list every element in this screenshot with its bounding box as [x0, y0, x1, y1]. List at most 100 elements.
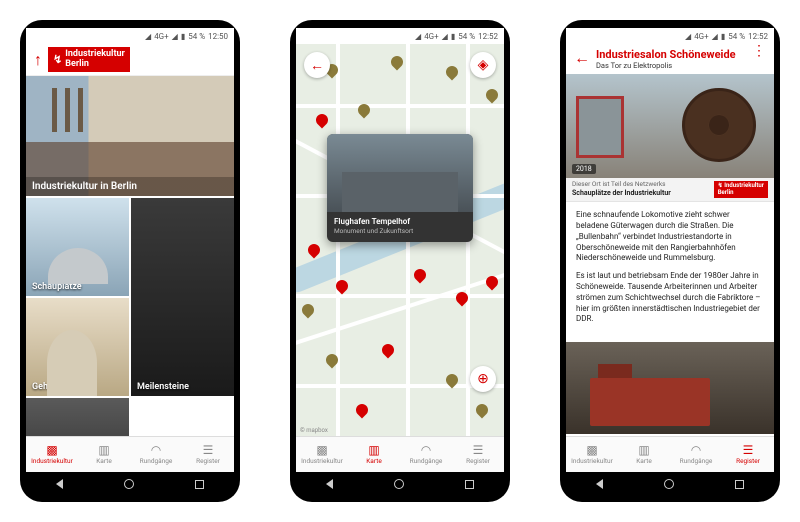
map-pin-icon[interactable]: [300, 302, 317, 319]
factory-graphic: [52, 88, 83, 132]
chat-icon: ▩: [586, 444, 597, 456]
network-type: 4G+: [694, 32, 708, 41]
nav-industriekultur[interactable]: ▩Industriekultur: [26, 437, 78, 472]
up-arrow-icon[interactable]: ↑: [34, 50, 42, 70]
screen: ◢ 4G+ ◢ ▮ 54 % 12:50 ↑ ↯ Industriekultur…: [26, 28, 234, 472]
status-bar: ◢ 4G+ ◢ ▮ 54 % 12:52: [566, 28, 774, 44]
list-icon: ☰: [473, 444, 484, 456]
bottom-nav: ▩Industriekultur ▥Karte ◠Rundgänge ☰Regi…: [296, 436, 504, 472]
detail-content[interactable]: 2018 Dieser Ort ist Teil des Netzwerks S…: [566, 74, 774, 436]
tile-label: Geheimtipps: [32, 382, 83, 392]
battery-level: 54 %: [188, 32, 205, 41]
arrow-left-icon: ←: [310, 57, 324, 74]
app-header: ↑ ↯ IndustriekulturBerlin: [26, 44, 234, 76]
network-banner[interactable]: Dieser Ort ist Teil des Netzwerks Schaup…: [566, 178, 774, 202]
headphone-icon: ◠: [421, 444, 431, 456]
more-menu-icon[interactable]: ⋮: [752, 48, 766, 55]
headphone-icon: ◠: [151, 444, 161, 456]
cable-spool-graphic: [682, 88, 756, 162]
nav-industriekultur[interactable]: ▩Industriekultur: [296, 437, 348, 472]
layers-button[interactable]: ◈: [470, 52, 496, 78]
network-name: Schauplätze der Industriekultur: [572, 189, 671, 197]
map-pin-icon[interactable]: [314, 112, 331, 129]
nav-industriekultur[interactable]: ▩Industriekultur: [566, 437, 618, 472]
brand-logo-small: ↯ IndustriekulturBerlin: [714, 181, 768, 198]
nav-label: Karte: [96, 457, 112, 465]
layers-icon: ◈: [478, 57, 489, 73]
battery-level: 54 %: [458, 32, 475, 41]
year-badge: 2018: [572, 164, 596, 174]
brand-logo[interactable]: ↯ IndustriekulturBerlin: [48, 47, 130, 72]
headphone-icon: ◠: [691, 444, 701, 456]
tile-schauplaetze[interactable]: Schauplätze: [26, 198, 129, 296]
battery-icon: ▮: [451, 32, 455, 41]
nav-label: Register: [736, 457, 760, 465]
android-home-icon[interactable]: [394, 479, 404, 489]
nav-register[interactable]: ☰Register: [722, 437, 774, 472]
map-icon: ▥: [638, 444, 649, 456]
nav-karte[interactable]: ▥Karte: [348, 437, 400, 472]
hero-label: Industriekultur in Berlin: [26, 177, 234, 196]
nav-label: Rundgänge: [140, 457, 173, 465]
nav-label: Rundgänge: [680, 457, 713, 465]
map-popup[interactable]: ZENTRALFLUGHAFEN Flughafen Tempelhof Mon…: [327, 134, 473, 242]
popup-body: Flughafen Tempelhof Monument und Zukunft…: [327, 212, 473, 242]
list-icon: ☰: [203, 444, 214, 456]
map-icon: ▥: [98, 444, 109, 456]
home-content: Industriekultur in Berlin Schauplätze Me…: [26, 76, 234, 436]
nav-label: Karte: [366, 457, 382, 465]
title-block: Industriesalon Schöneweide Das Tor zu El…: [596, 48, 736, 70]
bottom-nav: ▩Industriekultur ▥Karte ◠Rundgänge ☰Regi…: [26, 436, 234, 472]
android-home-icon[interactable]: [664, 479, 674, 489]
signal-icon: ◢: [712, 32, 718, 41]
android-recent-icon[interactable]: [735, 480, 744, 489]
map-attribution: © mapbox: [300, 427, 328, 434]
map-pin-icon[interactable]: [354, 402, 371, 419]
map-pin-icon[interactable]: [389, 54, 406, 71]
tile-extra[interactable]: [26, 398, 129, 436]
nav-label: Industriekultur: [31, 457, 73, 465]
nav-register[interactable]: ☰Register: [452, 437, 504, 472]
android-back-icon[interactable]: [596, 479, 603, 489]
android-back-icon[interactable]: [56, 479, 63, 489]
nav-label: Register: [466, 457, 490, 465]
network-line: Dieser Ort ist Teil des Netzwerks: [572, 180, 666, 188]
android-back-icon[interactable]: [326, 479, 333, 489]
nav-rundgaenge[interactable]: ◠Rundgänge: [400, 437, 452, 472]
map-pin-icon[interactable]: [474, 402, 491, 419]
map-pin-icon[interactable]: [380, 342, 397, 359]
tile-meilensteine[interactable]: Meilensteine: [131, 198, 234, 396]
popup-subtitle: Monument und Zukunftsort: [334, 227, 466, 235]
map-pin-icon[interactable]: [444, 64, 461, 81]
nav-register[interactable]: ☰Register: [182, 437, 234, 472]
map-icon: ▥: [368, 444, 379, 456]
tile-label: Meilensteine: [137, 382, 189, 392]
nav-karte[interactable]: ▥Karte: [618, 437, 670, 472]
tile-geheimtipps[interactable]: Geheimtipps: [26, 298, 129, 396]
nav-rundgaenge[interactable]: ◠Rundgänge: [670, 437, 722, 472]
popup-image: ZENTRALFLUGHAFEN: [327, 134, 473, 212]
android-recent-icon[interactable]: [465, 480, 474, 489]
android-home-icon[interactable]: [124, 479, 134, 489]
android-recent-icon[interactable]: [195, 480, 204, 489]
nav-label: Rundgänge: [410, 457, 443, 465]
android-nav: [26, 472, 234, 496]
map-content[interactable]: © mapbox ← ◈ ⊕ ZENTRALFLUGHAFEN Flughafe…: [296, 44, 504, 436]
back-button[interactable]: ←: [304, 52, 330, 78]
nav-karte[interactable]: ▥Karte: [78, 437, 130, 472]
tile-grid: Schauplätze Meilensteine Geheimtipps: [26, 198, 234, 436]
hero-tile[interactable]: Industriekultur in Berlin: [26, 76, 234, 196]
transformer-graphic: [576, 96, 624, 158]
map-pin-icon[interactable]: [412, 267, 429, 284]
chat-icon: ▩: [46, 444, 57, 456]
locate-button[interactable]: ⊕: [470, 366, 496, 392]
map-pin-icon[interactable]: [484, 87, 501, 104]
screen: ◢ 4G+ ◢ ▮ 54 % 12:52: [296, 28, 504, 472]
list-icon: ☰: [743, 444, 754, 456]
back-arrow-icon[interactable]: ←: [574, 48, 590, 68]
battery-icon: ▮: [721, 32, 725, 41]
bottom-nav: ▩Industriekultur ▥Karte ◠Rundgänge ☰Regi…: [566, 436, 774, 472]
nav-rundgaenge[interactable]: ◠Rundgänge: [130, 437, 182, 472]
map-pin-icon[interactable]: [306, 242, 323, 259]
android-nav: [566, 472, 774, 496]
